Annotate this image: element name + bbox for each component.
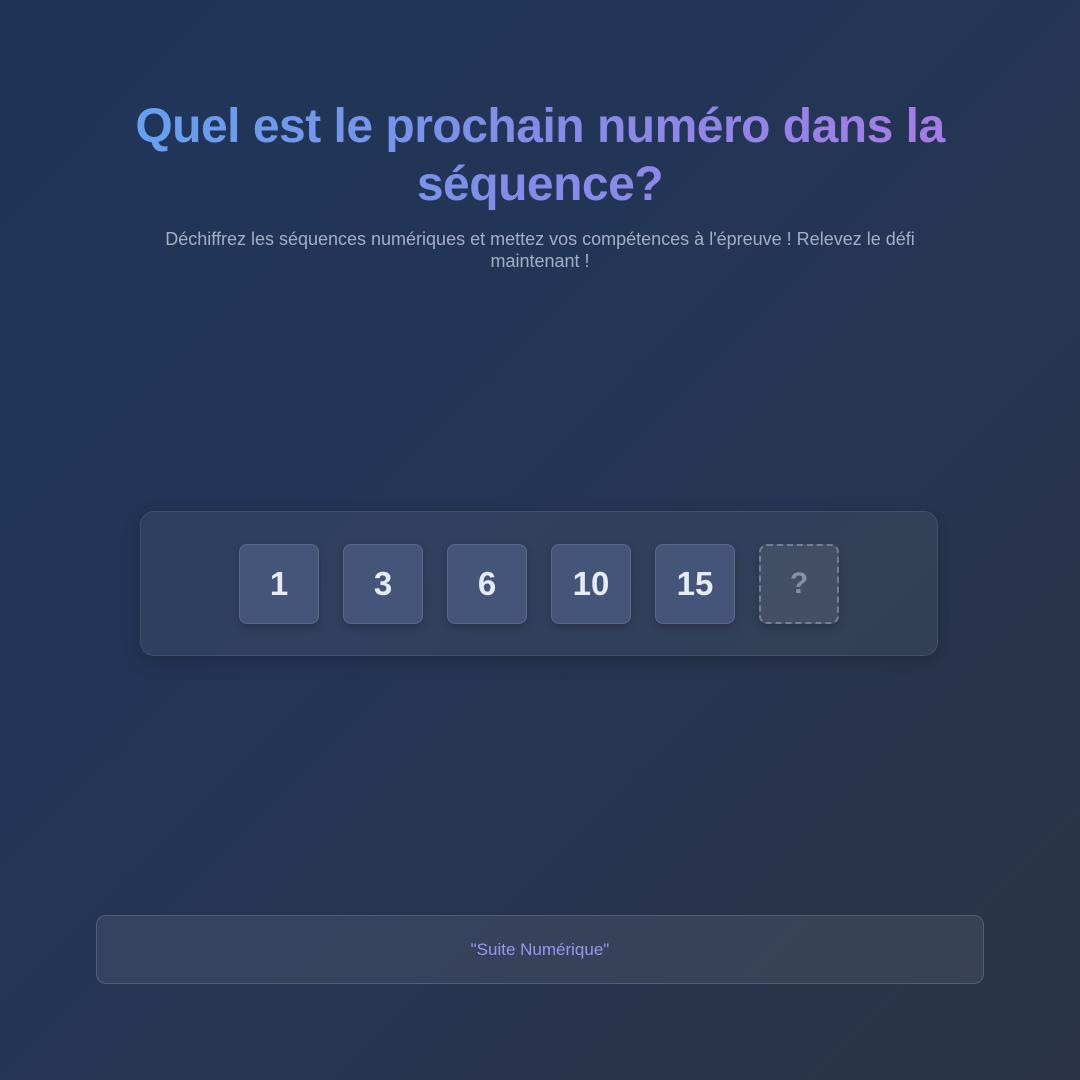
sequence-number-tile: 10 [551, 543, 631, 624]
unknown-number-tile[interactable]: ? [759, 543, 839, 624]
sequence-number-tile: 15 [655, 543, 735, 624]
sequence-number-tile: 1 [239, 543, 319, 624]
page-title: Quel est le prochain numéro dans la séqu… [100, 98, 980, 214]
footer-label-box: "Suite Numérique" [96, 915, 984, 984]
header: Quel est le prochain numéro dans la séqu… [100, 98, 980, 272]
footer-label: "Suite Numérique" [470, 939, 610, 959]
sequence-number-tile: 6 [447, 543, 527, 624]
sequence-panel: 1 3 6 10 15 ? [140, 511, 938, 656]
page: Quel est le prochain numéro dans la séqu… [0, 0, 1080, 1080]
sequence-number-tile: 3 [343, 543, 423, 624]
page-subtitle: Déchiffrez les séquences numériques et m… [165, 229, 915, 271]
